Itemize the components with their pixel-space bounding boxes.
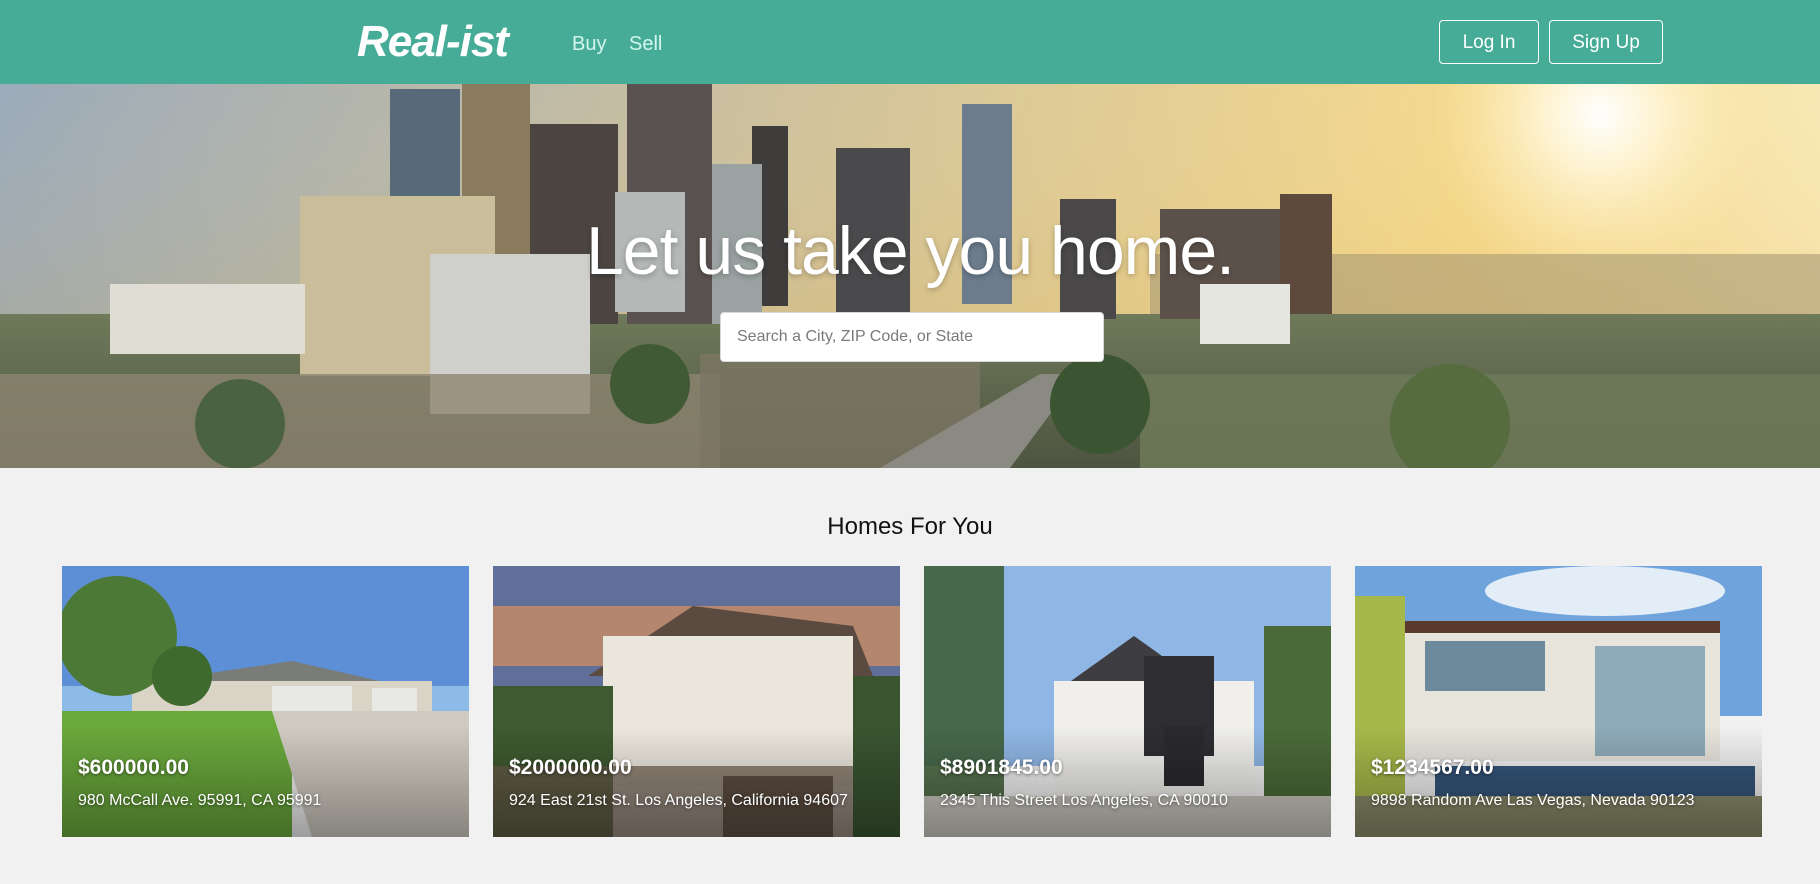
site-logo[interactable]: Real-ist xyxy=(357,16,509,68)
listing-price: $1234567.00 xyxy=(1371,756,1494,779)
listing-card[interactable]: $1234567.00 9898 Random Ave Las Vegas, N… xyxy=(1355,566,1762,837)
listing-address: 9898 Random Ave Las Vegas, Nevada 90123 xyxy=(1371,792,1695,809)
hero-banner: Let us take you home. xyxy=(0,84,1820,468)
listing-address: 2345 This Street Los Angeles, CA 90010 xyxy=(940,792,1228,809)
card-overlay xyxy=(62,727,469,837)
top-navbar: Real-ist Buy Sell Log In Sign Up xyxy=(0,0,1820,84)
card-overlay xyxy=(493,727,900,837)
listing-price: $2000000.00 xyxy=(509,756,632,779)
login-button[interactable]: Log In xyxy=(1439,20,1539,64)
signup-button[interactable]: Sign Up xyxy=(1549,20,1663,64)
listing-card[interactable]: $600000.00 980 McCall Ave. 95991, CA 959… xyxy=(62,566,469,837)
listing-card[interactable]: $2000000.00 924 East 21st St. Los Angele… xyxy=(493,566,900,837)
nav-link-sell[interactable]: Sell xyxy=(629,31,662,57)
hero-title: Let us take you home. xyxy=(585,213,1235,289)
listing-card[interactable]: $8901845.00 2345 This Street Los Angeles… xyxy=(924,566,1331,837)
listing-price: $600000.00 xyxy=(78,756,189,779)
card-overlay xyxy=(924,727,1331,837)
section-title: Homes For You xyxy=(827,513,993,540)
listing-address: 924 East 21st St. Los Angeles, Californi… xyxy=(509,792,848,809)
listing-price: $8901845.00 xyxy=(940,756,1063,779)
card-overlay xyxy=(1355,727,1762,837)
nav-link-buy[interactable]: Buy xyxy=(572,31,606,57)
listing-address: 980 McCall Ave. 95991, CA 95991 xyxy=(78,792,322,809)
location-search-input[interactable] xyxy=(720,312,1104,362)
